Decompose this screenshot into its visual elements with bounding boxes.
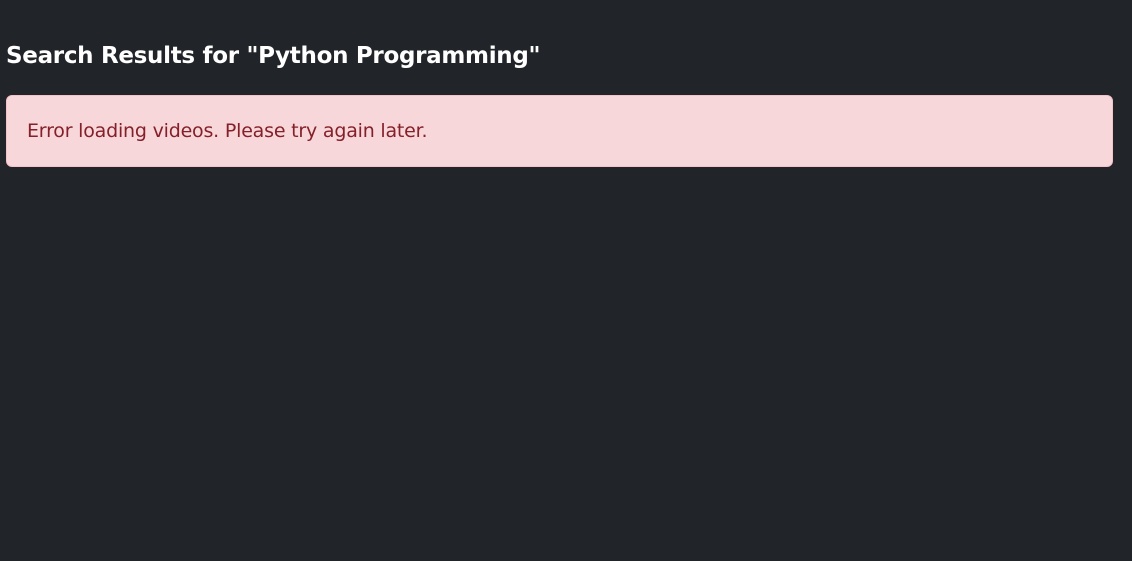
page-title: Search Results for "Python Programming" — [6, 43, 541, 69]
error-alert: Error loading videos. Please try again l… — [6, 95, 1113, 167]
search-results-page: Search Results for "Python Programming" … — [0, 0, 1132, 561]
error-message: Error loading videos. Please try again l… — [27, 120, 428, 142]
